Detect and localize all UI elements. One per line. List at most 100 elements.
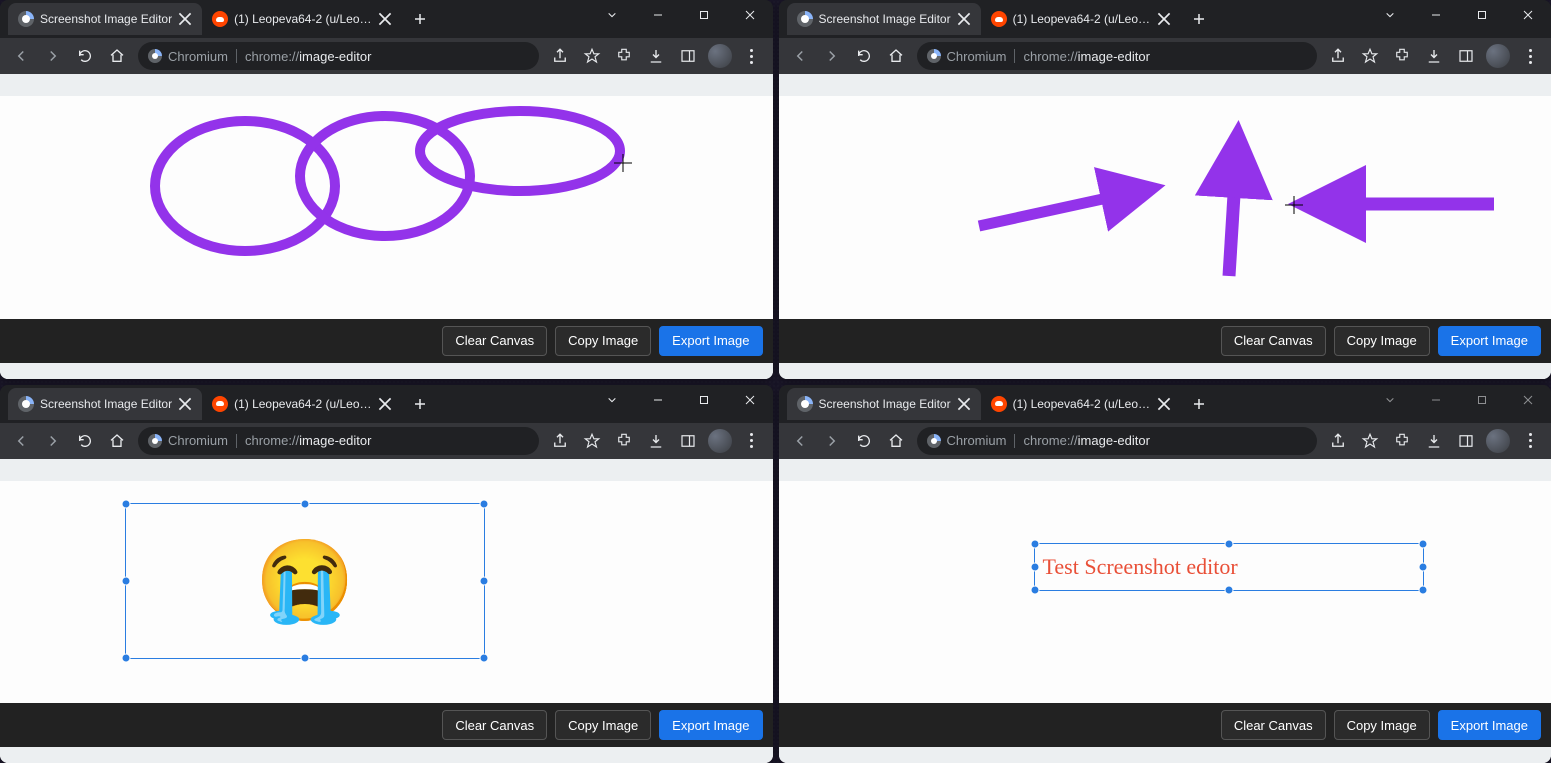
clear-canvas-button[interactable]: Clear Canvas [1221,710,1326,740]
resize-handle-sw[interactable] [122,653,131,662]
close-window-button[interactable] [727,385,773,415]
clear-canvas-button[interactable]: Clear Canvas [1221,326,1326,356]
menu-button[interactable] [737,41,767,71]
text-object[interactable]: Test Screenshot editor [1043,554,1238,580]
site-info[interactable]: Chromium [927,49,1007,64]
close-icon[interactable] [1157,12,1171,26]
extensions-icon[interactable] [1387,41,1417,71]
home-button[interactable] [102,426,132,456]
resize-handle-e[interactable] [480,576,489,585]
close-window-button[interactable] [1505,385,1551,415]
editor-canvas[interactable] [0,96,773,319]
share-icon[interactable] [1323,41,1353,71]
maximize-button[interactable] [1459,0,1505,30]
menu-button[interactable] [1515,41,1545,71]
maximize-button[interactable] [1459,385,1505,415]
new-tab-button[interactable] [1185,5,1213,33]
emoji-object[interactable]: 😭 [255,541,355,621]
resize-handle-ne[interactable] [1418,539,1427,548]
editor-canvas[interactable]: Test Screenshot editor [779,481,1551,704]
tab-inactive[interactable]: (1) Leopeva64-2 (u/Leopeva64-2) [981,3,1181,35]
editor-canvas[interactable] [779,96,1551,319]
home-button[interactable] [881,41,911,71]
tab-active[interactable]: Screenshot Image Editor [787,388,981,420]
tab-inactive[interactable]: (1) Leopeva64-2 (u/Leopeva64-2) [981,388,1181,420]
tab-search-icon[interactable] [1367,0,1413,30]
resize-handle-w[interactable] [1030,562,1039,571]
extensions-icon[interactable] [609,426,639,456]
tab-inactive[interactable]: (1) Leopeva64-2 (u/Leopeva64-2) [202,388,402,420]
export-image-button[interactable]: Export Image [1438,710,1541,740]
profile-avatar[interactable] [1483,41,1513,71]
forward-button[interactable] [38,426,68,456]
close-icon[interactable] [378,12,392,26]
maximize-button[interactable] [681,0,727,30]
clear-canvas-button[interactable]: Clear Canvas [442,326,547,356]
copy-image-button[interactable]: Copy Image [555,710,651,740]
resize-handle-n[interactable] [301,499,310,508]
minimize-button[interactable] [635,385,681,415]
clear-canvas-button[interactable]: Clear Canvas [442,710,547,740]
omnibox[interactable]: Chromium chrome://image-editor [138,42,539,70]
tab-search-icon[interactable] [1367,385,1413,415]
menu-button[interactable] [1515,426,1545,456]
resize-handle-n[interactable] [1224,539,1233,548]
new-tab-button[interactable] [406,390,434,418]
resize-handle-se[interactable] [480,653,489,662]
resize-handle-ne[interactable] [480,499,489,508]
reload-button[interactable] [70,426,100,456]
back-button[interactable] [6,41,36,71]
menu-button[interactable] [737,426,767,456]
tab-search-icon[interactable] [589,0,635,30]
profile-avatar[interactable] [1483,426,1513,456]
resize-handle-sw[interactable] [1030,585,1039,594]
resize-handle-s[interactable] [301,653,310,662]
resize-handle-nw[interactable] [1030,539,1039,548]
tab-active[interactable]: Screenshot Image Editor [787,3,981,35]
site-info[interactable]: Chromium [148,49,228,64]
export-image-button[interactable]: Export Image [1438,326,1541,356]
close-icon[interactable] [957,397,971,411]
back-button[interactable] [785,41,815,71]
reload-button[interactable] [849,426,879,456]
downloads-icon[interactable] [1419,426,1449,456]
downloads-icon[interactable] [641,426,671,456]
close-icon[interactable] [378,397,392,411]
export-image-button[interactable]: Export Image [659,710,762,740]
maximize-button[interactable] [681,385,727,415]
resize-handle-e[interactable] [1418,562,1427,571]
forward-button[interactable] [817,426,847,456]
forward-button[interactable] [817,41,847,71]
minimize-button[interactable] [635,0,681,30]
home-button[interactable] [881,426,911,456]
new-tab-button[interactable] [406,5,434,33]
bookmark-icon[interactable] [577,41,607,71]
copy-image-button[interactable]: Copy Image [1334,326,1430,356]
omnibox[interactable]: Chromium chrome://image-editor [917,427,1318,455]
resize-handle-s[interactable] [1224,585,1233,594]
extensions-icon[interactable] [609,41,639,71]
forward-button[interactable] [38,41,68,71]
tab-active[interactable]: Screenshot Image Editor [8,388,202,420]
back-button[interactable] [785,426,815,456]
new-tab-button[interactable] [1185,390,1213,418]
profile-avatar[interactable] [705,426,735,456]
selection-box[interactable]: Test Screenshot editor [1034,543,1424,591]
downloads-icon[interactable] [641,41,671,71]
sidepanel-icon[interactable] [673,41,703,71]
sidepanel-icon[interactable] [1451,41,1481,71]
resize-handle-nw[interactable] [122,499,131,508]
minimize-button[interactable] [1413,385,1459,415]
omnibox[interactable]: Chromium chrome://image-editor [917,42,1318,70]
close-window-button[interactable] [727,0,773,30]
resize-handle-se[interactable] [1418,585,1427,594]
reload-button[interactable] [70,41,100,71]
back-button[interactable] [6,426,36,456]
bookmark-icon[interactable] [1355,41,1385,71]
reload-button[interactable] [849,41,879,71]
close-window-button[interactable] [1505,0,1551,30]
omnibox[interactable]: Chromium chrome://image-editor [138,427,539,455]
close-icon[interactable] [178,12,192,26]
copy-image-button[interactable]: Copy Image [555,326,651,356]
selection-box[interactable]: 😭 [125,503,485,659]
